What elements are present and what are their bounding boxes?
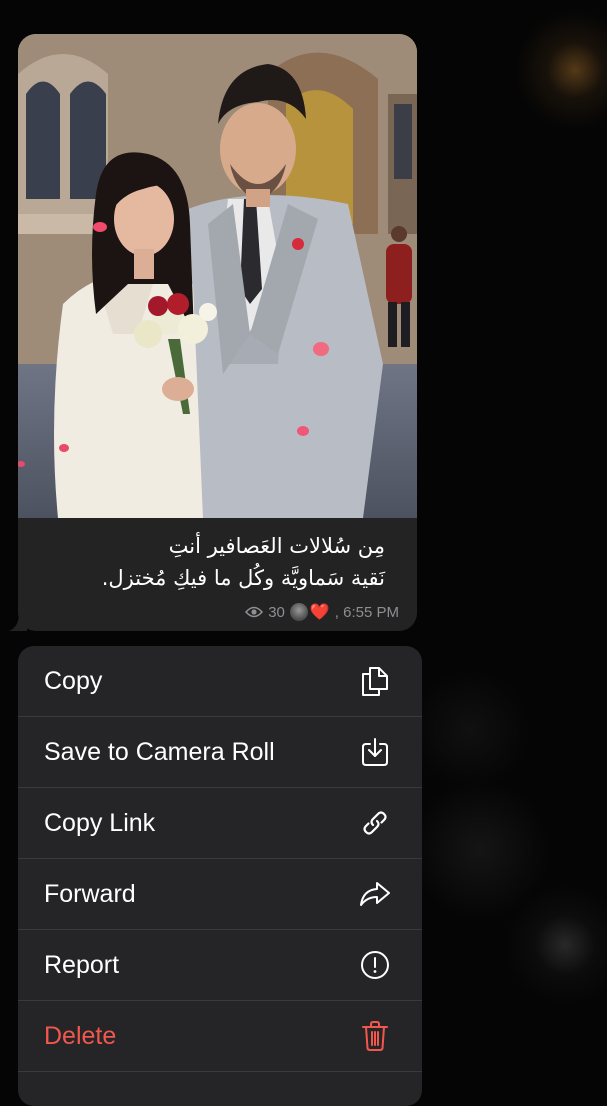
heart-reaction-icon: ❤️ — [309, 604, 330, 621]
save-download-icon — [358, 735, 392, 769]
copy-icon — [358, 664, 392, 698]
menu-item-label: Forward — [44, 879, 136, 908]
eye-icon — [245, 605, 264, 619]
forward-arrow-icon — [358, 877, 392, 911]
menu-item-copy-link[interactable]: Copy Link — [18, 788, 422, 859]
reactor-avatar — [289, 603, 308, 621]
view-count: 30 — [268, 603, 285, 621]
caption-line-2: نَقية سَماويَّة وكُل ما فيكِ مُختزل. — [101, 566, 385, 590]
menu-item-copy[interactable]: Copy — [18, 646, 422, 717]
message-photo[interactable] — [18, 34, 417, 518]
menu-item-label: Delete — [44, 1021, 117, 1050]
menu-item-report[interactable]: Report — [18, 930, 422, 1001]
caption-line-1: مِن سُلالات العَصافير أنتِ — [168, 534, 385, 558]
reaction-badge[interactable]: ❤️ — [289, 602, 330, 622]
link-icon — [358, 806, 392, 840]
bubble-tail — [9, 613, 27, 631]
menu-item-label: Report — [44, 950, 120, 979]
menu-item-label: Copy — [44, 666, 103, 695]
menu-item-delete[interactable]: Delete — [18, 1001, 422, 1072]
message-context-menu: Copy Save to Camera Roll Copy Link Forwa… — [18, 646, 422, 1106]
message-caption: مِن سُلالات العَصافير أنتِ نَقية سَماويَ… — [25, 530, 385, 594]
menu-item-forward[interactable]: Forward — [18, 859, 422, 930]
menu-item-save-to-camera-roll[interactable]: Save to Camera Roll — [18, 717, 422, 788]
message-bubble[interactable]: مِن سُلالات العَصافير أنتِ نَقية سَماويَ… — [9, 34, 417, 631]
exclamation-circle-icon — [358, 948, 392, 982]
trash-icon — [358, 1019, 392, 1053]
message-time: , 6:55 PM — [334, 603, 399, 621]
menu-item-label: Save to Camera Roll — [44, 737, 275, 766]
menu-item-label: Copy Link — [44, 808, 156, 837]
message-meta: 30 ❤️ , 6:55 PM — [245, 602, 399, 622]
